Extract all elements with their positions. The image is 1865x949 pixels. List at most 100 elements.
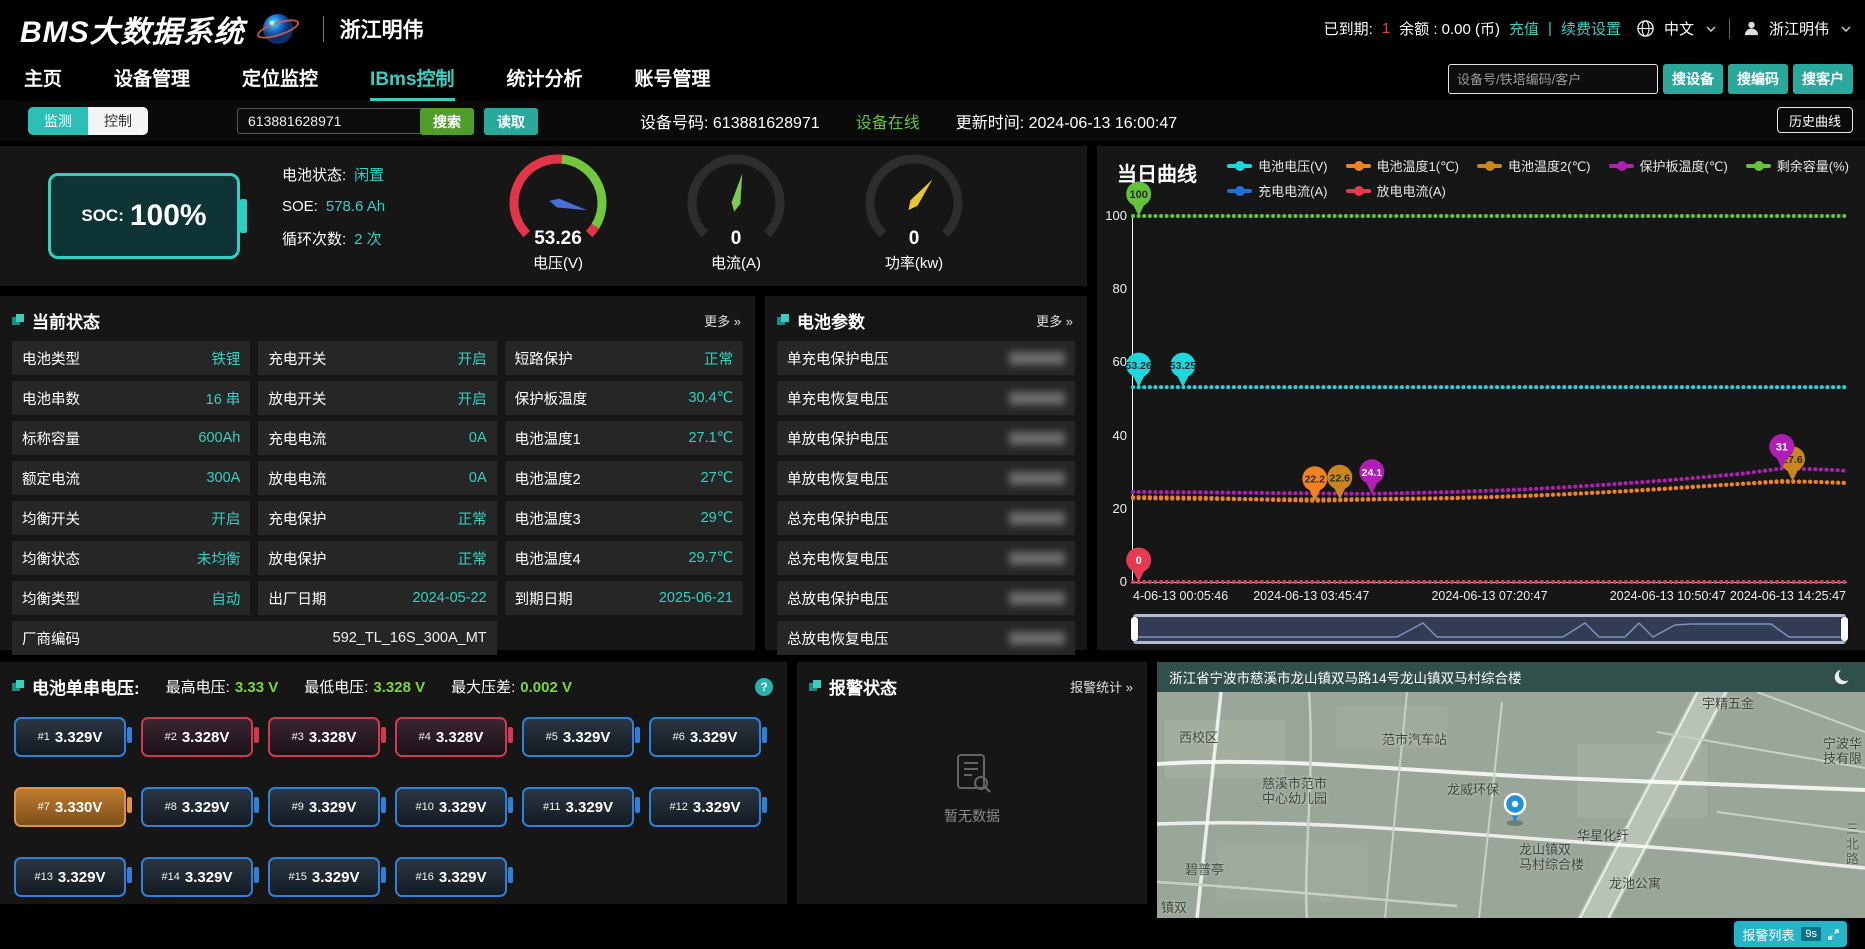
panel-title: 电池单串电压: xyxy=(12,674,140,699)
chart-datazoom-slider[interactable] xyxy=(1133,614,1846,644)
search-button-1[interactable]: 搜设备 xyxy=(1663,64,1723,94)
panel-title: 报警状态 xyxy=(809,674,897,699)
datazoom-handle-left[interactable] xyxy=(1131,617,1138,641)
status-cell-label: 电池温度4 xyxy=(515,548,581,569)
history-curve-button[interactable]: 历史曲线 xyxy=(1777,107,1853,133)
alarm-stats-link[interactable]: 报警统计 » xyxy=(1070,677,1133,696)
battery-cell-voltage: 3.328V xyxy=(182,729,230,746)
status-cell-label: 电池串数 xyxy=(22,388,80,409)
y-tick: 40 xyxy=(1097,428,1127,443)
current-status-panel: 当前状态 更多 » 电池类型铁锂充电开关开启短路保护正常电池串数16 串放电开关… xyxy=(0,296,755,650)
alarm-list-button[interactable]: 报警列表 9s xyxy=(1734,921,1847,947)
battery-cell-id: #4 xyxy=(419,731,431,743)
app-logo: BMS大数据系统 xyxy=(20,7,245,51)
param-value-blurred xyxy=(1009,352,1065,365)
battery-cell-id: #2 xyxy=(165,731,177,743)
legend-label: 电池电压(V) xyxy=(1258,156,1327,175)
status-cell-均衡状态: 均衡状态未均衡 xyxy=(12,541,250,575)
battery-cell-id: #15 xyxy=(289,871,307,883)
control-toggle[interactable]: 控制 xyxy=(88,107,148,135)
search-input[interactable] xyxy=(1448,64,1658,94)
monitor-toggle[interactable]: 监测 xyxy=(28,107,88,135)
cycles-value: 2 次 xyxy=(354,228,382,249)
svg-text:22.6: 22.6 xyxy=(1330,472,1351,484)
battery-cell-id: #5 xyxy=(546,731,558,743)
device-read-button[interactable]: 读取 xyxy=(484,108,538,135)
params-more-link[interactable]: 更多 » xyxy=(1036,311,1073,330)
svg-text:24.1: 24.1 xyxy=(1362,467,1383,479)
map-panel[interactable]: 西校区范市汽车站宇精五金慈溪市范市中心幼儿园龙威环保华星化纤龙山镇双马村综合楼龙… xyxy=(1157,662,1865,918)
nav-tab-6[interactable]: 账号管理 xyxy=(635,57,711,98)
legend-item-充电电流(A)[interactable]: 充电电流(A) xyxy=(1227,181,1327,200)
legend-item-电池电压(V)[interactable]: 电池电压(V) xyxy=(1227,156,1327,175)
help-icon[interactable]: ? xyxy=(755,678,773,696)
legend-label: 电池温度1(℃) xyxy=(1377,156,1460,175)
battery-cell-#12: #123.329V xyxy=(649,787,761,827)
legend-dot xyxy=(1754,161,1764,171)
battery-cell-#15: #153.329V xyxy=(268,857,380,897)
gauges: 53.26电压(V)0电流(A)0功率(kw) xyxy=(500,148,972,273)
status-cell-value: 未均衡 xyxy=(197,548,241,569)
status-cell-value: 300A xyxy=(206,470,240,486)
param-value-blurred xyxy=(1009,392,1065,405)
battery-cell-id: #16 xyxy=(416,871,434,883)
recharge-link[interactable]: 充值 xyxy=(1509,18,1539,39)
map-canvas[interactable]: 西校区范市汽车站宇精五金慈溪市范市中心幼儿园龙威环保华星化纤龙山镇双马村综合楼龙… xyxy=(1157,692,1865,918)
search-button-2[interactable]: 搜编码 xyxy=(1728,64,1788,94)
search-button-3[interactable]: 搜客户 xyxy=(1793,64,1853,94)
status-more-link[interactable]: 更多 » xyxy=(704,311,741,330)
status-cell-label: 放电保护 xyxy=(268,548,326,569)
status-cell-充电电流: 充电电流0A xyxy=(258,421,496,455)
param-value-blurred xyxy=(1009,512,1065,525)
chart-pin-22.6: 22.6 xyxy=(1327,465,1352,500)
datazoom-handle-right[interactable] xyxy=(1841,617,1848,641)
nav-tab-5[interactable]: 统计分析 xyxy=(507,57,583,98)
nav-tab-2[interactable]: 设备管理 xyxy=(114,57,190,98)
soe-value: 578.6 Ah xyxy=(326,198,385,215)
param-cell-单放电恢复电压: 单放电恢复电压 xyxy=(777,461,1075,495)
chart-pin-53.26: 53.26 xyxy=(1126,353,1152,388)
chart-plot[interactable]: 10053.2653.25022.222.624.127.631 xyxy=(1133,216,1846,582)
legend-item-保护板温度(℃)[interactable]: 保护板温度(℃) xyxy=(1609,156,1728,175)
chevron-down-icon xyxy=(1841,26,1851,32)
status-cell-label: 电池温度3 xyxy=(515,508,581,529)
status-cell-label: 充电保护 xyxy=(268,508,326,529)
legend-item-电池温度1(℃)[interactable]: 电池温度1(℃) xyxy=(1346,156,1460,175)
battery-cell-#14: #143.329V xyxy=(141,857,253,897)
map-label-宁波华: 宁波华技有限 xyxy=(1823,736,1862,766)
device-number-input[interactable] xyxy=(237,108,427,134)
param-cell-单放电保护电压: 单放电保护电压 xyxy=(777,421,1075,455)
nav-tab-4[interactable]: IBms控制 xyxy=(370,57,454,101)
panel-title: 当前状态 xyxy=(12,308,100,333)
nav-tabs: 主页 设备管理 定位监控 IBms控制 统计分析 账号管理 xyxy=(24,57,711,101)
panel-title-icon xyxy=(809,680,822,693)
nav-tab-3[interactable]: 定位监控 xyxy=(242,57,318,98)
battery-cell-voltage: 3.329V xyxy=(58,869,106,886)
device-toolbar: 监测 控制 搜索 读取 设备号码: 613881628971 设备在线 更新时间… xyxy=(0,101,1865,141)
legend-item-放电电流(A)[interactable]: 放电电流(A) xyxy=(1346,181,1446,200)
param-label: 单充电恢复电压 xyxy=(787,388,889,409)
chart-pin-0: 0 xyxy=(1126,548,1151,583)
legend-dot xyxy=(1235,161,1245,171)
status-cell-厂商编码: 厂商编码592_TL_16S_300A_MT xyxy=(12,621,497,655)
status-cell-label: 短路保护 xyxy=(515,348,573,369)
nav-tab-1[interactable]: 主页 xyxy=(24,57,62,98)
status-cell-放电保护: 放电保护正常 xyxy=(258,541,496,575)
legend-dot xyxy=(1354,186,1364,196)
param-cell-总放电恢复电压: 总放电恢复电压 xyxy=(777,621,1075,655)
max-diff-voltage: 最大压差:0.002 V xyxy=(451,676,572,697)
user-menu[interactable]: 浙江明伟 xyxy=(1769,18,1829,39)
language-selector[interactable]: 中文 xyxy=(1664,18,1694,39)
battery-cell-id: #13 xyxy=(35,871,53,883)
battery-cells-grid: #13.329V#23.328V#33.328V#43.328V#53.329V… xyxy=(0,703,787,897)
status-cell-出厂日期: 出厂日期2024-05-22 xyxy=(258,581,496,615)
device-search-button[interactable]: 搜索 xyxy=(420,108,474,135)
legend-item-剩余容量(%)[interactable]: 剩余容量(%) xyxy=(1746,156,1849,175)
moon-icon[interactable] xyxy=(1831,666,1853,688)
expired-label: 已到期: xyxy=(1324,18,1373,39)
legend-item-电池温度2(℃)[interactable]: 电池温度2(℃) xyxy=(1477,156,1591,175)
battery-cell-id: #14 xyxy=(162,871,180,883)
renew-settings-link[interactable]: 续费设置 xyxy=(1561,18,1621,39)
battery-cell-id: #3 xyxy=(292,731,304,743)
status-cell-value: 开启 xyxy=(458,348,487,369)
